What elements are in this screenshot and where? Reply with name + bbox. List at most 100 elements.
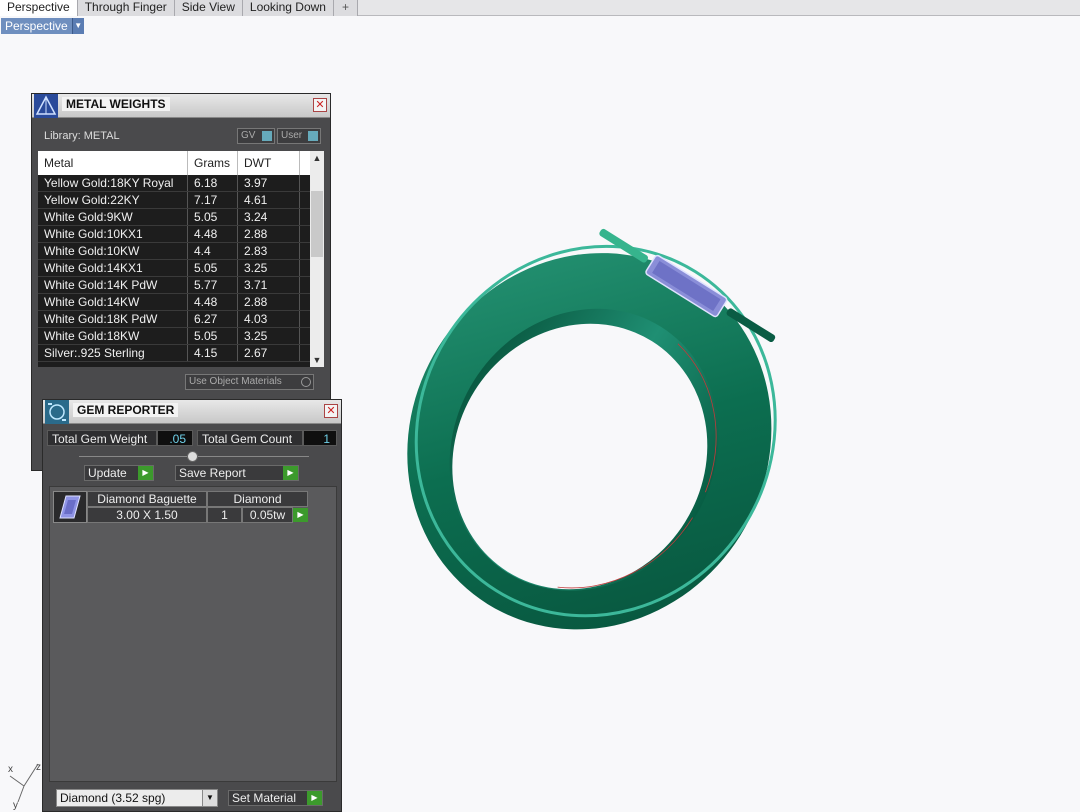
gem-list: Diamond Baguette Diamond 3.00 X 1.50 1 0… — [49, 486, 337, 782]
metal-table-header: Metal Grams DWT — [38, 151, 324, 175]
viewport-label[interactable]: Perspective ▼ — [1, 18, 84, 34]
total-gem-count-label: Total Gem Count — [197, 430, 303, 446]
set-material-button-label: Set Material — [232, 791, 297, 805]
total-gem-weight-label: Total Gem Weight — [47, 430, 157, 446]
gem-reporter-title: GEM REPORTER — [73, 403, 179, 417]
close-icon[interactable]: ✕ — [313, 98, 327, 112]
metal-grams: 4.15 — [188, 345, 238, 361]
toggle-indicator-icon — [262, 131, 272, 141]
slider-knob[interactable] — [187, 451, 198, 462]
tab-through-finger[interactable]: Through Finger — [77, 0, 175, 16]
table-row[interactable]: Yellow Gold:22KY 7.17 4.61 — [38, 192, 324, 209]
total-gem-count-value: 1 — [303, 430, 337, 446]
gem-shape: Diamond Baguette — [87, 491, 207, 507]
chevron-down-icon[interactable]: ▼ — [71, 18, 84, 34]
tab-looking-down[interactable]: Looking Down — [242, 0, 334, 16]
gem-thumbnail[interactable] — [53, 491, 87, 523]
library-label: Library: METAL — [44, 130, 120, 142]
metal-grams: 6.18 — [188, 175, 238, 191]
table-row[interactable]: Silver:.925 Sterling 4.15 2.67 — [38, 345, 324, 362]
play-arrow-icon: ▶ — [283, 466, 298, 480]
material-select-value: Diamond (3.52 spg) — [60, 791, 166, 805]
ring-model[interactable] — [370, 220, 815, 655]
metal-table-scrollbar[interactable]: ▲ ▼ — [310, 151, 324, 367]
use-object-materials-toggle[interactable]: Use Object Materials — [185, 374, 314, 390]
metal-dwt: 2.88 — [238, 226, 300, 242]
tab-perspective[interactable]: Perspective — [0, 0, 78, 16]
metal-name: White Gold:10KW — [38, 243, 188, 259]
viewport-label-text: Perspective — [1, 18, 72, 34]
tab-side-view[interactable]: Side View — [174, 0, 243, 16]
metal-weights-titlebar[interactable]: METAL WEIGHTS ✕ — [32, 94, 330, 118]
scroll-up-icon[interactable]: ▲ — [310, 151, 324, 165]
metal-name: Yellow Gold:22KY — [38, 192, 188, 208]
table-row[interactable]: White Gold:14KX1 5.05 3.25 — [38, 260, 324, 277]
radio-icon — [301, 377, 311, 387]
total-gem-weight-value: .05 — [157, 430, 193, 446]
table-row[interactable]: White Gold:9KW 5.05 3.24 — [38, 209, 324, 226]
gem-count: 1 — [207, 507, 242, 523]
user-toggle-label: User — [281, 130, 303, 141]
user-toggle[interactable]: User — [277, 128, 321, 144]
metal-name: Silver:.925 Sterling — [38, 345, 188, 361]
metal-name: White Gold:10KX1 — [38, 226, 188, 242]
metal-name: White Gold:14KW — [38, 294, 188, 310]
metal-dwt: 2.83 — [238, 243, 300, 259]
gem-logo-icon — [45, 400, 69, 424]
metal-grams: 5.77 — [188, 277, 238, 293]
metal-grams: 5.05 — [188, 209, 238, 225]
table-row[interactable]: White Gold:18KW 5.05 3.25 — [38, 328, 324, 345]
metal-dwt: 2.67 — [238, 345, 300, 361]
metal-name: White Gold:18K PdW — [38, 311, 188, 327]
metal-dwt: 3.97 — [238, 175, 300, 191]
baguette-gem-icon — [59, 495, 81, 519]
metal-name: White Gold:14K PdW — [38, 277, 188, 293]
use-object-materials-label: Use Object Materials — [189, 376, 282, 387]
scroll-down-icon[interactable]: ▼ — [310, 353, 324, 367]
gem-reporter-titlebar[interactable]: GEM REPORTER ✕ — [43, 400, 341, 424]
metal-weights-title: METAL WEIGHTS — [62, 97, 170, 111]
gem-slider[interactable] — [79, 451, 309, 462]
table-row[interactable]: White Gold:10KW 4.4 2.83 — [38, 243, 324, 260]
column-header-grams[interactable]: Grams — [188, 151, 238, 175]
set-material-button[interactable]: Set Material ▶ — [228, 790, 323, 806]
table-row[interactable]: White Gold:18K PdW 6.27 4.03 — [38, 311, 324, 328]
metal-dwt: 4.61 — [238, 192, 300, 208]
gv-toggle[interactable]: GV — [237, 128, 275, 144]
table-row[interactable]: White Gold:10KX1 4.48 2.88 — [38, 226, 324, 243]
column-header-dwt[interactable]: DWT — [238, 151, 300, 175]
viewport[interactable]: Perspective Through Finger Side View Loo… — [0, 0, 1080, 812]
column-header-metal[interactable]: Metal — [38, 151, 188, 175]
scroll-thumb[interactable] — [311, 191, 323, 257]
metal-table: Metal Grams DWT Yellow Gold:18KY Royal 6.… — [38, 151, 324, 367]
metal-name: White Gold:14KX1 — [38, 260, 188, 276]
metal-grams: 4.48 — [188, 294, 238, 310]
metal-dwt: 3.25 — [238, 260, 300, 276]
metal-grams: 5.05 — [188, 328, 238, 344]
axis-x-label: x — [8, 764, 13, 775]
metal-dwt: 4.03 — [238, 311, 300, 327]
play-arrow-icon: ▶ — [138, 466, 153, 480]
table-row[interactable]: Yellow Gold:18KY Royal 6.18 3.97 — [38, 175, 324, 192]
axis-y-label: y — [13, 800, 18, 810]
axis-z-label: z — [36, 762, 41, 773]
metal-dwt: 2.88 — [238, 294, 300, 310]
save-report-button[interactable]: Save Report ▶ — [175, 465, 299, 481]
table-row[interactable]: White Gold:14KW 4.48 2.88 — [38, 294, 324, 311]
metal-grams: 5.05 — [188, 260, 238, 276]
add-tab-button[interactable]: + — [333, 0, 358, 16]
metal-name: White Gold:9KW — [38, 209, 188, 225]
metal-dwt: 3.25 — [238, 328, 300, 344]
save-report-button-label: Save Report — [179, 466, 246, 480]
gem-size: 3.00 X 1.50 — [87, 507, 207, 523]
material-select[interactable]: Diamond (3.52 spg) ▼ — [56, 789, 218, 807]
update-button[interactable]: Update ▶ — [84, 465, 154, 481]
scale-logo-icon — [34, 94, 58, 118]
table-row[interactable]: White Gold:14K PdW 5.77 3.71 — [38, 277, 324, 294]
chevron-down-icon[interactable]: ▼ — [202, 790, 217, 806]
update-button-label: Update — [88, 466, 127, 480]
gem-detail-arrow-icon[interactable]: ▶ — [293, 508, 308, 522]
close-icon[interactable]: ✕ — [324, 404, 338, 418]
metal-dwt: 3.24 — [238, 209, 300, 225]
gem-reporter-panel: GEM REPORTER ✕ Total Gem Weight .05 Tota… — [42, 399, 342, 812]
